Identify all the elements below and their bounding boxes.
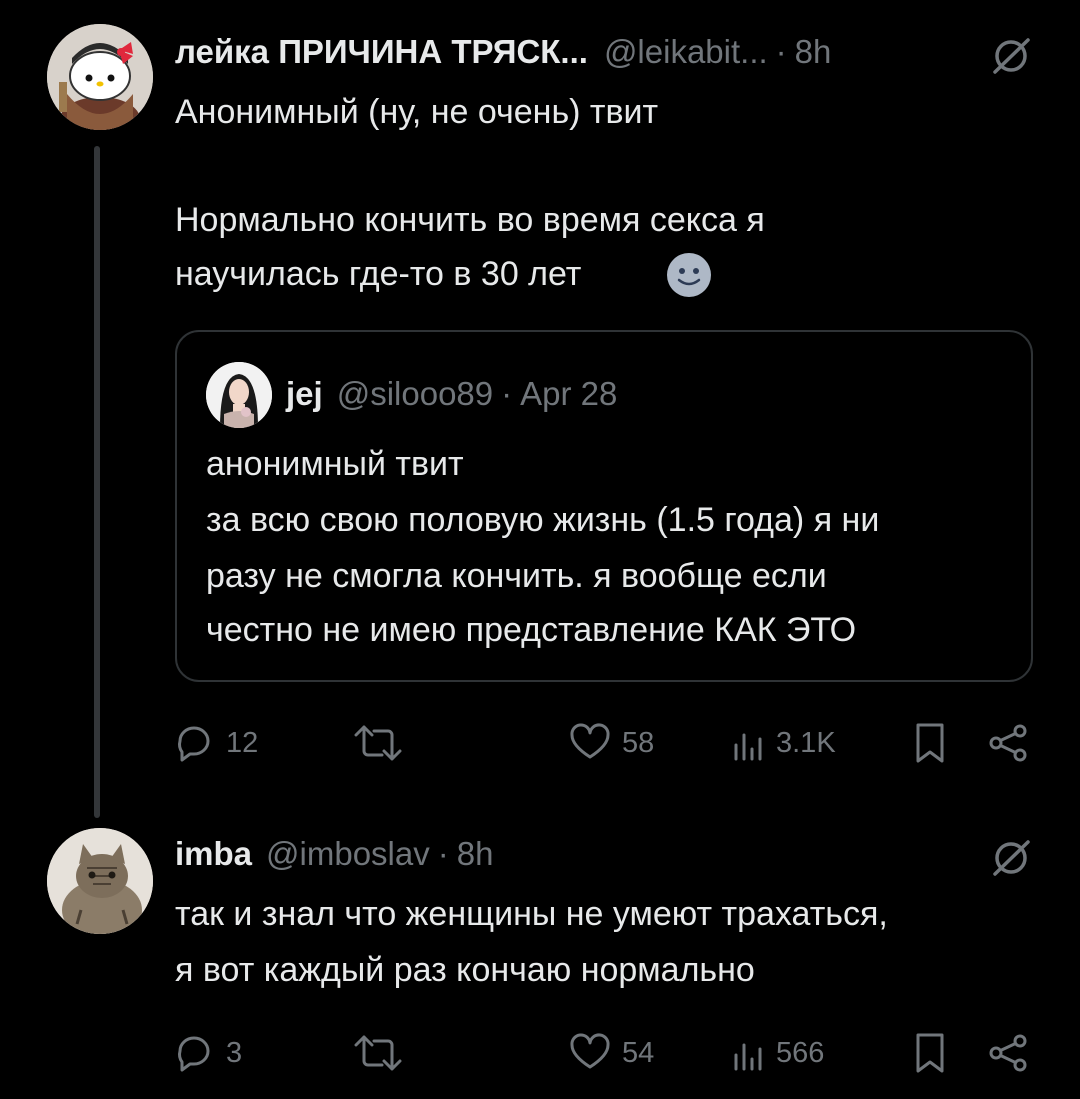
grok-icon[interactable] [990,836,1034,880]
quoted-header: jej @silooo89 · Apr 28 [286,374,617,414]
thread-connector-line [94,146,100,818]
views-button[interactable]: 566 [730,1028,824,1078]
reply-count: 3 [226,1036,243,1069]
quoted-display-name[interactable]: jej [286,374,323,414]
user-handle[interactable]: @leikabit... [604,32,768,72]
separator-dot: · [775,33,787,70]
main-post-action-bar: 12 58 3.1K [172,718,1034,768]
reply-count: 12 [226,726,259,759]
avatar-cat-image [47,828,153,934]
share-icon [989,724,1027,762]
like-button[interactable]: 54 [568,1028,654,1078]
bookmark-button[interactable] [912,1028,948,1078]
like-icon [570,723,610,759]
share-button[interactable] [986,1028,1030,1078]
share-button[interactable] [986,718,1030,768]
slightly-smiling-face-icon [667,253,711,297]
quoted-text-line-1: анонимный твит [206,445,464,483]
reply-button[interactable]: 3 [172,1028,242,1078]
reply-button[interactable]: 12 [172,718,258,768]
quoted-text-line-4: честно не имею представление КАК ЭТО [206,611,857,649]
post-time[interactable]: 8h [795,32,832,72]
quoted-separator-dot: · [501,375,513,412]
bookmark-icon [916,1033,944,1073]
views-count: 3.1K [776,726,836,759]
display-name[interactable]: лейка ПРИЧИНА ТРЯСК... [175,32,588,72]
reply-display-name[interactable]: imba [175,834,252,874]
views-icon [734,1043,762,1071]
retweet-button[interactable] [352,718,414,768]
reply-time[interactable]: 8h [457,834,494,874]
quoted-text-line-2: за всю свою половую жизнь (1.5 года) я н… [206,501,880,539]
reply-post-action-bar: 3 54 566 [172,1028,1034,1078]
reply-text-line-1: так и знал что женщины не умеют трахатьс… [175,895,888,933]
quoted-text-line-3: разу не смогла кончить. я вообще если [206,557,827,595]
reply-text-line-2: я вот каждый раз кончаю нормально [175,951,755,989]
reply-handle[interactable]: @imboslav [266,834,430,874]
retweet-icon [354,1035,402,1071]
main-post-header: лейка ПРИЧИНА ТРЯСК... @leikabit... · 8h [175,32,831,72]
avatar-image [47,24,153,130]
views-icon [734,733,762,761]
quoted-date[interactable]: Apr 28 [520,374,617,414]
like-count: 54 [622,1036,655,1069]
views-button[interactable]: 3.1K [730,718,836,768]
main-post-text-line-3: научилась где-то в 30 лет [175,255,582,293]
grok-icon[interactable] [990,34,1034,78]
reply-separator-dot: · [437,835,449,872]
quoted-avatar[interactable] [206,362,272,428]
share-icon [989,1034,1027,1072]
bookmark-button[interactable] [912,718,948,768]
reply-icon [178,726,210,762]
quoted-avatar-image [206,362,272,428]
retweet-icon [354,725,402,761]
avatar-leikabit[interactable] [47,24,153,130]
main-post-text-line-2: Нормально кончить во время секса я [175,201,765,239]
like-icon [570,1033,610,1069]
main-post-text-line-1: Анонимный (ну, не очень) твит [175,93,659,131]
reply-post-header: imba @imboslav · 8h [175,834,493,874]
avatar-imboslav[interactable] [47,828,153,934]
quoted-handle[interactable]: @silooo89 [337,374,493,414]
bookmark-icon [916,723,944,763]
views-count: 566 [776,1036,825,1069]
retweet-button[interactable] [352,1028,414,1078]
like-count: 58 [622,726,655,759]
reply-icon [178,1036,210,1072]
like-button[interactable]: 58 [568,718,654,768]
